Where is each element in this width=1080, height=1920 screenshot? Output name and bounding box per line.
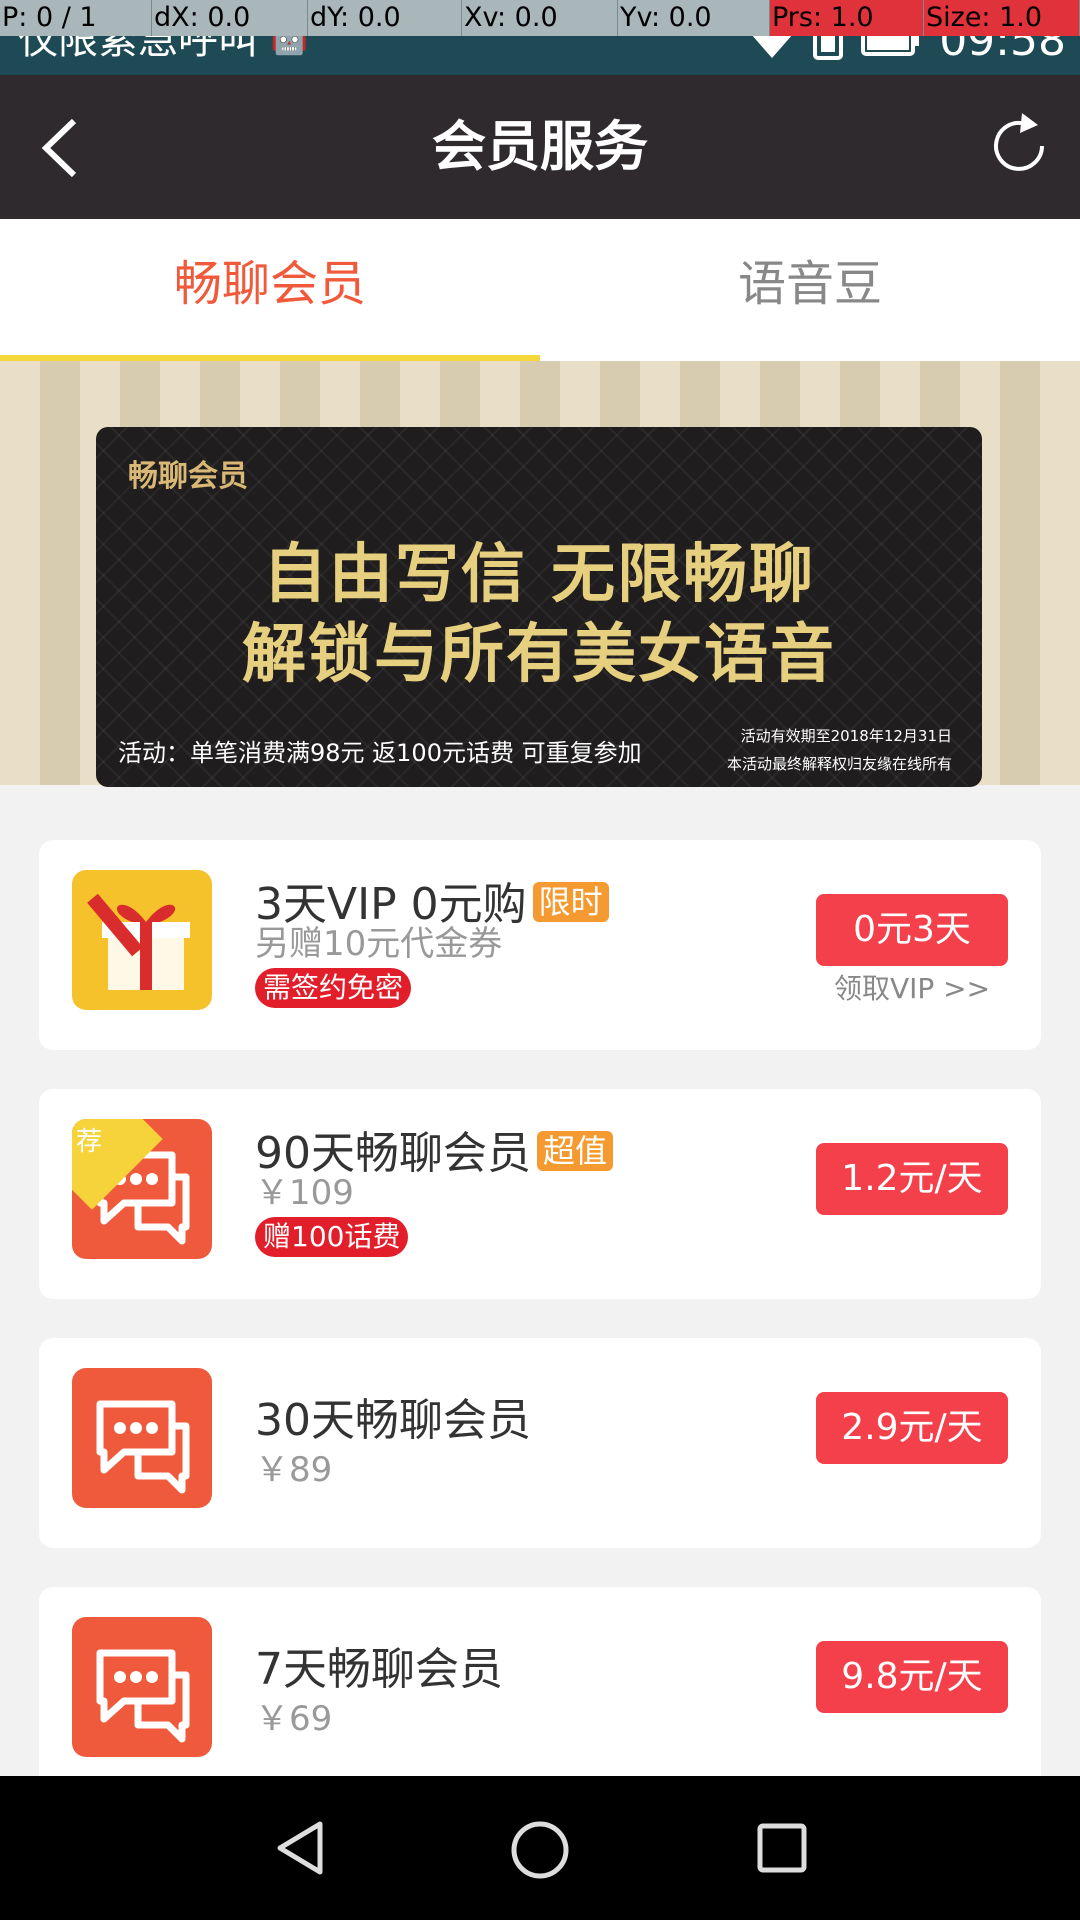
item-price: ￥69: [255, 1699, 333, 1739]
banner-tag: 畅聊会员: [128, 459, 248, 494]
debug-dy: dY: 0.0: [308, 0, 462, 36]
recents-square-icon[interactable]: [752, 1818, 812, 1878]
item-sub: 另赠10元代金券: [255, 924, 503, 964]
buy-button[interactable]: 9.8元/天: [816, 1641, 1008, 1713]
banner-note-1: 活动有效期至2018年12月31日: [740, 727, 952, 745]
tab-voice-beans[interactable]: 语音豆: [540, 219, 1080, 361]
tab-chat-member[interactable]: 畅聊会员: [0, 219, 540, 361]
list-item[interactable]: 荐 90天畅聊会员 超值 ￥109 赠100话费 1.2元/天: [39, 1089, 1041, 1299]
buy-button[interactable]: 0元3天: [816, 894, 1008, 966]
item-badge: 超值: [537, 1131, 614, 1171]
promo-banner[interactable]: 畅聊会员 自由写信 无限畅聊 解锁与所有美女语音 活动：单笔消费满98元 返10…: [0, 361, 1080, 787]
tab-bar: 畅聊会员 语音豆: [0, 219, 1080, 361]
debug-yv: Yv: 0.0: [618, 0, 770, 36]
status-bar: 仅限紧急呼叫 🤖 09:58 P: 0 / 1 dX: 0.0 dY: 0.0 …: [0, 0, 1080, 75]
home-circle-icon[interactable]: [508, 1818, 572, 1882]
banner-headline-1: 自由写信 无限畅聊: [262, 538, 816, 612]
banner-activity: 活动：单笔消费满98元 返100元话费 可重复参加: [118, 739, 642, 767]
chat-icon: 荐: [72, 1119, 212, 1259]
list-item[interactable]: 30天畅聊会员 ￥89 2.9元/天: [39, 1338, 1041, 1548]
item-badge: 限时: [532, 882, 609, 922]
item-price: ￥89: [255, 1450, 333, 1490]
refresh-icon[interactable]: [984, 111, 1054, 181]
item-red-badge: 赠100话费: [255, 1217, 409, 1257]
banner-card: 畅聊会员 自由写信 无限畅聊 解锁与所有美女语音 活动：单笔消费满98元 返10…: [96, 427, 982, 787]
list-item[interactable]: 3天VIP 0元购 限时 另赠10元代金券 需签约免密 0元3天 领取VIP >>: [39, 840, 1041, 1050]
debug-overlay: P: 0 / 1 dX: 0.0 dY: 0.0 Xv: 0.0 Yv: 0.0…: [0, 0, 1080, 36]
system-nav-bar: [0, 1776, 1080, 1920]
back-triangle-icon[interactable]: [270, 1818, 330, 1878]
recommend-label: 荐: [76, 1127, 103, 1157]
chat-icon: [72, 1617, 212, 1757]
debug-dx: dX: 0.0: [152, 0, 308, 36]
banner-note-2: 本活动最终解释权归友缘在线所有: [726, 755, 952, 773]
get-vip-link[interactable]: 领取VIP >>: [816, 974, 1008, 1004]
debug-p: P: 0 / 1: [0, 0, 152, 36]
debug-size: Size: 1.0: [924, 0, 1080, 36]
chat-icon: [72, 1368, 212, 1508]
item-title: 7天畅聊会员: [255, 1644, 503, 1695]
debug-prs: Prs: 1.0: [770, 0, 924, 36]
buy-button[interactable]: 1.2元/天: [816, 1143, 1008, 1215]
buy-button[interactable]: 2.9元/天: [816, 1392, 1008, 1464]
item-red-badge: 需签约免密: [255, 968, 412, 1008]
item-title: 30天畅聊会员: [255, 1395, 531, 1446]
banner-headline-2: 解锁与所有美女语音: [242, 618, 836, 692]
page-title: 会员服务: [432, 115, 648, 178]
item-price: ￥109: [255, 1173, 354, 1213]
screen: 仅限紧急呼叫 🤖 09:58 P: 0 / 1 dX: 0.0 dY: 0.0 …: [0, 0, 1080, 1920]
gift-icon: [72, 870, 212, 1010]
debug-xv: Xv: 0.0: [462, 0, 618, 36]
list-item[interactable]: 7天畅聊会员 ￥69 9.8元/天: [39, 1587, 1041, 1776]
app-bar: 会员服务: [0, 75, 1080, 219]
